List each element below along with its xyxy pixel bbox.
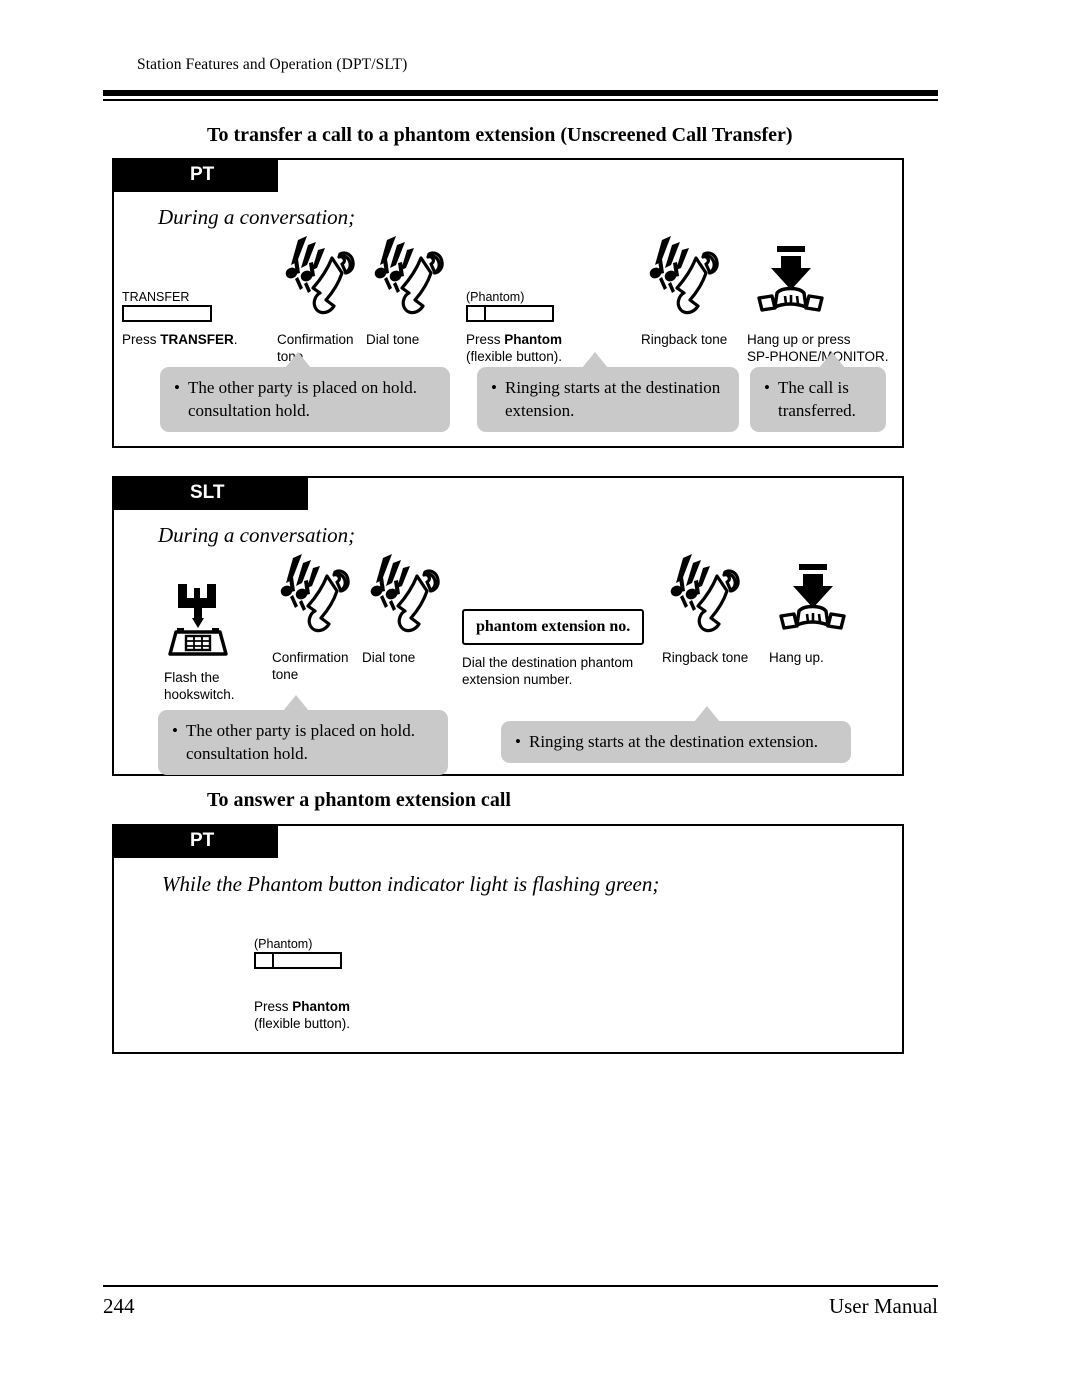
procedure-tab-label: SLT (190, 482, 225, 503)
callout-hold: • The other party is placed on hold. con… (158, 695, 448, 775)
step-art (747, 232, 907, 322)
callout-bullet: • (174, 378, 180, 397)
phantom-button-rect (254, 952, 342, 969)
procedure-box-slt-transfer: SLT During a conversation; Flash the hoo… (112, 476, 904, 776)
step-art (641, 232, 751, 322)
step-hang-up: Hang up or press SP-PHONE/MONITOR. (747, 232, 907, 365)
procedure-tab-pt: PT (112, 158, 278, 192)
step-art (277, 232, 377, 322)
hang-up-icon (757, 246, 824, 312)
phantom-button-lamp (468, 307, 486, 320)
procedure-box-pt-answer: PT While the Phantom button indicator li… (112, 824, 904, 1054)
step-label-dial-tone: Dial tone (366, 332, 420, 347)
step-art (272, 550, 372, 640)
step-label-confirmation-tone: Confirmation tone (272, 650, 349, 682)
ringing-handset-icon (670, 554, 740, 633)
step-label-ringback-tone: Ringback tone (662, 650, 749, 665)
step-press-transfer: TRANSFER Press TRANSFER. (122, 252, 252, 348)
step-art: (Phantom) (254, 921, 414, 969)
phantom-button-icon[interactable]: (Phantom) (466, 290, 554, 322)
step-label-dial-phantom-number: Dial the destination phantom extension n… (462, 655, 634, 687)
step-art (366, 232, 461, 322)
callout-ringing: • Ringing starts at the destination exte… (477, 352, 739, 432)
step-hang-up: Hang up. (769, 550, 879, 666)
transfer-button-cap: TRANSFER (122, 290, 190, 304)
phantom-button-lamp (256, 954, 274, 967)
step-dial-tone: Dial tone (362, 550, 457, 666)
callout-text: The call is transferred. (778, 378, 856, 420)
step-art: (Phantom) (466, 252, 601, 322)
callout-tail (285, 352, 311, 368)
footer-rule (103, 1285, 938, 1287)
step-press-phantom: (Phantom) Press Phantom (flexible button… (466, 252, 601, 365)
context-line-slt-transfer: During a conversation; (158, 523, 356, 547)
step-art: phantom extension no. (462, 575, 662, 645)
callout-tail (819, 352, 845, 368)
step-art: TRANSFER (122, 252, 252, 322)
step-label-flash-hookswitch: Flash the hookswitch. (164, 670, 235, 702)
step-art (164, 570, 274, 660)
step-label-ringback-tone: Ringback tone (641, 332, 728, 347)
callout-hold: • The other party is placed on hold. con… (160, 352, 450, 432)
callout-tail (283, 695, 309, 711)
phantom-button-icon[interactable]: (Phantom) (254, 937, 342, 969)
callout-text: Ringing starts at the destination extens… (505, 378, 721, 420)
dial-number-box[interactable]: phantom extension no. (462, 609, 645, 645)
footer-page-number: 244 (103, 1294, 135, 1318)
callout-text: The other party is placed on hold. consu… (188, 378, 417, 420)
phantom-button-cap: (Phantom) (254, 937, 313, 951)
hookswitch-flash-icon (168, 584, 228, 656)
ringing-handset-icon (374, 236, 444, 315)
step-confirmation-tone: Confirmation tone (272, 550, 372, 683)
callout-text: The other party is placed on hold. consu… (186, 721, 415, 763)
transfer-button-icon[interactable]: TRANSFER (122, 290, 212, 322)
step-label-press-transfer: Press TRANSFER. (122, 332, 238, 347)
ringing-handset-icon (649, 236, 719, 315)
procedure-tab-slt: SLT (112, 476, 308, 510)
phantom-button-cap: (Phantom) (466, 290, 525, 304)
procedure-tab-label: PT (190, 830, 215, 851)
section-heading-transfer: To transfer a call to a phantom extensio… (207, 124, 793, 146)
header-rule-thin (103, 99, 938, 101)
page-header-breadcrumb: Station Features and Operation (DPT/SLT) (137, 56, 408, 73)
step-art (769, 550, 879, 640)
footer-manual-label: User Manual (828, 1294, 938, 1318)
step-ringback-tone: Ringback tone (641, 232, 751, 348)
step-dial-phantom-number: phantom extension no. Dial the destinati… (462, 575, 662, 688)
ringing-handset-icon (280, 554, 350, 633)
step-confirmation-tone: Confirmation tone (277, 232, 377, 365)
step-press-phantom: (Phantom) Press Phantom (flexible button… (254, 921, 414, 1032)
step-ringback-tone: Ringback tone (662, 550, 772, 666)
procedure-box-pt-transfer: PT During a conversation; TRANSFER Press… (112, 158, 904, 448)
ringing-handset-icon (285, 236, 355, 315)
step-dial-tone: Dial tone (366, 232, 461, 348)
ringing-handset-icon (370, 554, 440, 633)
step-label-press-phantom: Press Phantom (flexible button). (466, 332, 563, 364)
context-line-pt-transfer: During a conversation; (158, 205, 356, 229)
callout-tail (694, 706, 720, 722)
callout-bullet: • (764, 378, 770, 397)
callout-ringing: • Ringing starts at the destination exte… (501, 706, 851, 763)
callout-text: Ringing starts at the destination extens… (529, 732, 818, 751)
step-label-press-phantom: Press Phantom (flexible button). (254, 999, 351, 1031)
header-rule-thick (103, 90, 938, 96)
step-art (662, 550, 772, 640)
callout-tail (582, 352, 608, 368)
procedure-tab-pt: PT (112, 824, 278, 858)
step-label-hang-up: Hang up. (769, 650, 824, 665)
callout-bullet: • (515, 732, 521, 751)
step-art (362, 550, 457, 640)
procedure-tab-label: PT (190, 164, 215, 185)
callout-bullet: • (172, 721, 178, 740)
phantom-button-rect (466, 305, 554, 322)
hang-up-icon (779, 564, 846, 630)
callout-bullet: • (491, 378, 497, 397)
transfer-button-rect (122, 305, 212, 322)
step-flash-hookswitch: Flash the hookswitch. (164, 570, 274, 703)
step-label-dial-tone: Dial tone (362, 650, 416, 665)
section-heading-answer: To answer a phantom extension call (207, 789, 511, 811)
context-line-pt-answer: While the Phantom button indicator light… (162, 872, 660, 896)
callout-transferred: • The call is transferred. (750, 352, 886, 432)
